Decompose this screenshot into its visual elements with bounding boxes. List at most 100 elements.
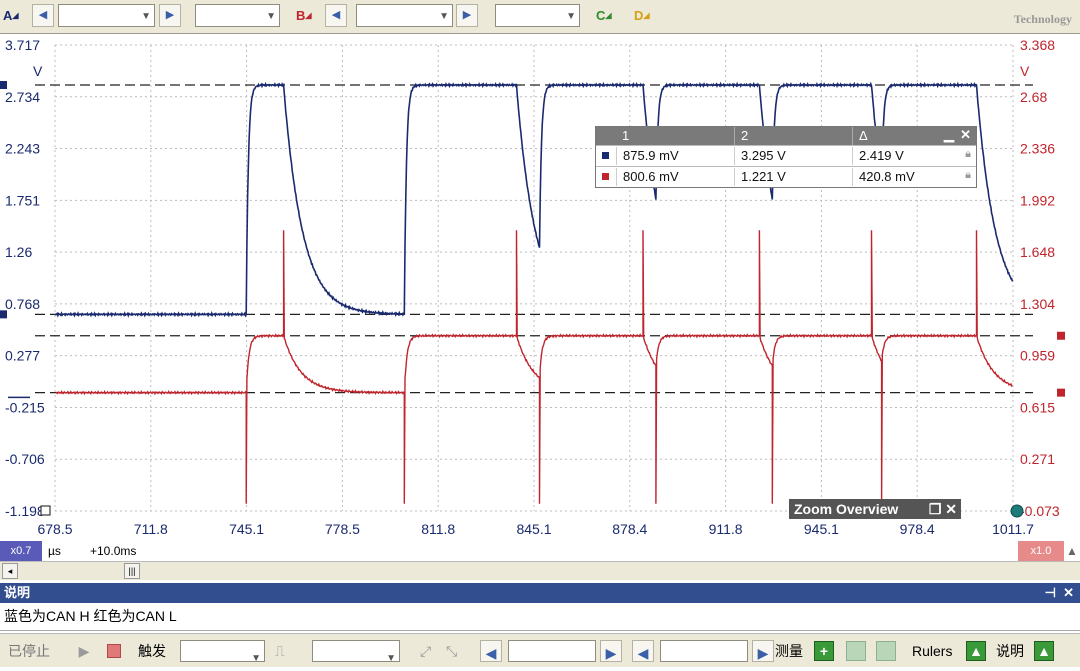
trigger-mode-select[interactable]: ▼ [180, 640, 265, 664]
scrollbar-thumb[interactable]: ||| [124, 563, 140, 579]
rulers-label: Rulers [912, 643, 953, 659]
measurement-value-1: 875.9 mV [616, 147, 734, 165]
table-row[interactable]: 800.6 mV 1.221 V 420.8 mV 🔒︎ [596, 166, 976, 187]
trigger-delay-next-button[interactable]: ▶ [752, 640, 774, 662]
right-axis-tick-label: 0.959 [1020, 348, 1055, 364]
right-axis-tick-label: 1.992 [1020, 192, 1055, 208]
channel-b-button[interactable]: B◢ [293, 4, 323, 27]
channel-c-button[interactable]: C◢ [593, 4, 623, 27]
x-axis-tick-label: 1011.7 [992, 521, 1034, 537]
minimize-icon[interactable]: ▁ [944, 127, 954, 143]
x-offset-label: +10.0ms [90, 544, 137, 558]
trigger-threshold-field[interactable] [508, 640, 596, 662]
play-icon[interactable]: ▶ [72, 639, 96, 663]
bottom-toolbar: 已停止 ▶ 触发 ▼ ⎍ ▼ ⤢ ⤡ ◀ ▶ ◀ ▶ 测量 + Rulers ▲… [0, 633, 1080, 667]
chevron-down-icon: ▼ [266, 11, 276, 22]
left-axis-tick-label: -0.215 [5, 399, 45, 415]
channel-b-high-marker [1057, 331, 1065, 340]
trigger-threshold-next-button[interactable]: ▶ [600, 640, 622, 662]
right-axis-tick-label: 0.615 [1020, 399, 1055, 415]
table-row[interactable]: 875.9 mV 3.295 V 2.419 V 🔒︎ [596, 145, 976, 166]
x-axis-tick-label: 845.1 [516, 521, 551, 537]
channel-b-prev-range-button[interactable]: ◀ [325, 4, 347, 27]
x-zoom-right-badge[interactable]: x1.0 [1018, 541, 1064, 561]
channel-a-next-range-button[interactable]: ▶ [159, 4, 181, 27]
right-axis-tick-label: 2.68 [1020, 89, 1047, 105]
notes-button[interactable]: ▲ [1034, 641, 1054, 661]
right-axis-tick-label: 0.271 [1020, 451, 1055, 467]
right-axis-tick-label: 2.336 [1020, 141, 1055, 157]
channel-a-coupling-select[interactable]: ▼ [195, 4, 280, 27]
channel-d-button[interactable]: D◢ [631, 4, 661, 27]
rising-edge-icon[interactable]: ⤢ [420, 639, 431, 663]
chevron-down-icon: ▼ [141, 11, 151, 22]
channel-b-swatch [602, 173, 609, 180]
channel-b-range-select[interactable]: ▼ [356, 4, 453, 27]
zoom-overview-controls: ❐ ✕ [929, 499, 957, 519]
x-axis-tick-label: 945.1 [804, 521, 839, 537]
left-axis-tick-label: 1.751 [5, 192, 40, 208]
zoom-overview-title: Zoom Overview [794, 501, 899, 517]
restore-icon[interactable]: ❐ [929, 501, 942, 517]
stop-icon [107, 644, 121, 658]
rulers-button[interactable]: ▲ [966, 641, 986, 661]
close-icon[interactable]: ✕ [1063, 583, 1074, 603]
x-axis-tick-label: 811.8 [421, 521, 455, 537]
delete-measurement-button[interactable] [876, 641, 896, 661]
measurement-header-1: 1 [622, 128, 630, 143]
chevron-down-icon: ▼ [386, 653, 396, 664]
x-unit-label: µs [48, 544, 61, 558]
measurement-value-2: 1.221 V [734, 168, 852, 186]
trigger-delay-prev-button[interactable]: ◀ [632, 640, 654, 662]
edit-measurement-button[interactable] [846, 641, 866, 661]
add-measurement-button[interactable]: + [814, 641, 834, 661]
left-axis-tick-label: -0.706 [5, 451, 45, 467]
x-axis-tick-label: 911.8 [709, 521, 743, 537]
stop-button[interactable] [102, 639, 126, 663]
horizontal-scrollbar[interactable]: ◂ ||| [0, 561, 1080, 580]
channel-a-button[interactable]: A◢ [0, 4, 30, 27]
channel-a-swatch [602, 152, 609, 159]
close-icon[interactable]: ✕ [945, 501, 957, 517]
channel-b-next-range-button[interactable]: ▶ [456, 4, 478, 27]
measurement-value-2: 3.295 V [734, 147, 852, 165]
description-text[interactable]: 蓝色为CAN H 红色为CAN L [0, 603, 1080, 631]
oscilloscope-plot[interactable]: 3.717 2.734 2.243 1.751 1.26 0.768 0.277 -0.215… [0, 34, 1080, 560]
x-zoom-left-badge[interactable]: x0.7 [0, 541, 42, 561]
trigger-label: 触发 [138, 643, 166, 659]
x-axis-tick-label: 978.4 [900, 521, 935, 537]
measurement-header-delta: Δ [852, 127, 932, 145]
trigger-edge-icon[interactable]: ⎍ [275, 639, 285, 663]
trigger-threshold-prev-button[interactable]: ◀ [480, 640, 502, 662]
falling-edge-icon[interactable]: ⤡ [446, 639, 457, 663]
measurements-header: 1 2 Δ ▁ ✕ [596, 127, 976, 145]
company-logo: Technology [1013, 12, 1072, 26]
right-axis-tick-label: 1.304 [1020, 296, 1055, 312]
measurement-delta: 420.8 mV [852, 168, 960, 186]
channel-a-range-select[interactable]: ▼ [58, 4, 155, 27]
channel-a-offset-marker [40, 505, 51, 516]
trigger-source-select[interactable]: ▼ [312, 640, 400, 664]
lock-icon[interactable]: 🔒︎ [965, 169, 971, 182]
scope-chart: 3.717 2.734 2.243 1.751 1.26 0.768 0.277 -0.215… [0, 34, 1080, 560]
channel-b-coupling-select[interactable]: ▼ [495, 4, 580, 27]
close-icon[interactable]: ✕ [960, 127, 971, 143]
channel-toolbar: A◢ ◀ ▼ ▶ ▼ B◢ ◀ ▼ ▶ ▼ C◢ D◢ Technology [0, 0, 1080, 34]
stopped-status: 已停止 [8, 643, 50, 659]
scroll-up-icon[interactable]: ▲ [1066, 541, 1080, 561]
channel-a-low-marker [0, 310, 7, 319]
trigger-delay-field[interactable] [660, 640, 748, 662]
lock-icon[interactable]: 🔒︎ [965, 148, 971, 161]
measurement-header-2: 2 [734, 127, 852, 145]
x-axis-tick-label: 778.5 [325, 521, 360, 537]
channel-a-prev-range-button[interactable]: ◀ [32, 4, 54, 27]
pin-icon[interactable]: ⊣ [1045, 583, 1056, 603]
right-axis-unit: V [1020, 63, 1030, 79]
description-title: 说明 [4, 585, 31, 600]
scroll-left-icon[interactable]: ◂ [2, 563, 18, 579]
left-axis-tick-label: 1.26 [5, 244, 32, 260]
left-axis-tick-label: -1.198 [5, 503, 45, 519]
measurement-value-1: 800.6 mV [616, 168, 734, 186]
measurements-table[interactable]: 1 2 Δ ▁ ✕ 875.9 mV 3.295 V 2.419 V 🔒︎ 80… [595, 126, 977, 188]
zoom-overview-panel[interactable]: Zoom Overview ❐ ✕ [789, 499, 961, 519]
